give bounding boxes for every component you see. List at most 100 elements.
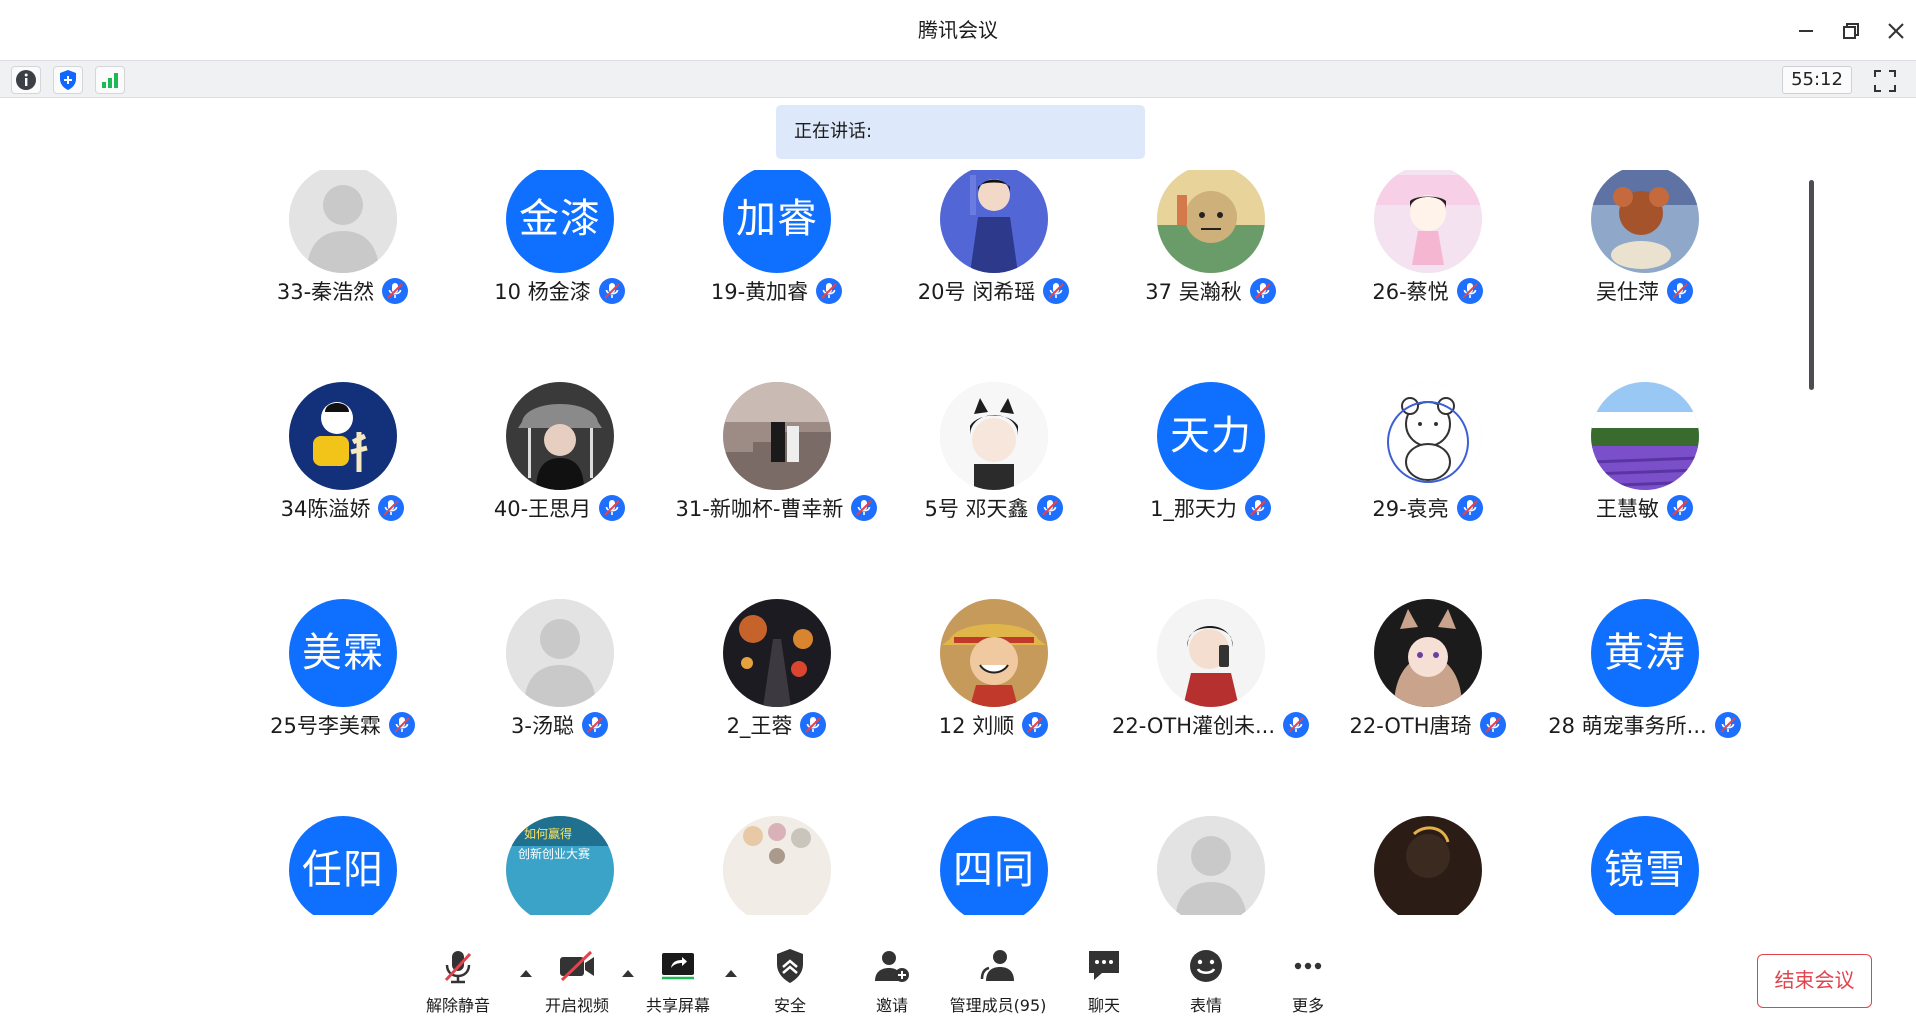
participant-tile[interactable]: [669, 769, 886, 915]
participant-name-line: 26-蔡悦: [1320, 274, 1537, 308]
share-screen-icon: [662, 953, 694, 980]
end-meeting-button[interactable]: 结束会议: [1757, 954, 1872, 1008]
svg-text:创新创业大赛: 创新创业大赛: [518, 846, 590, 861]
participant-tile[interactable]: 31-新咖杯-曹幸新: [669, 335, 886, 521]
participant-name: 5号 邓天鑫: [924, 497, 1029, 521]
participant-tile[interactable]: 5号 邓天鑫: [886, 335, 1103, 521]
participant-avatar: [723, 816, 831, 915]
participant-tile[interactable]: 22-OTH唐琦: [1320, 552, 1537, 738]
reactions-label: 表情: [1189, 996, 1222, 1015]
participant-tile[interactable]: [1320, 769, 1537, 915]
microphone-icon: [1456, 278, 1483, 304]
participant-name-line: 19-黄加睿: [669, 274, 886, 308]
participant-tile[interactable]: 美霖 25号李美霖: [235, 552, 452, 738]
participant-name-line: 吴仕萍: [1537, 274, 1754, 308]
network-status-button[interactable]: [95, 66, 125, 94]
microphone-icon: [1456, 495, 1483, 521]
participant-tile[interactable]: 26-蔡悦: [1320, 170, 1537, 304]
participant-avatar: 如何赢得创新创业大赛: [506, 816, 614, 915]
chat-button[interactable]: 聊天: [1049, 946, 1159, 1016]
participant-grid[interactable]: 33-秦浩然 金漆 10 杨金漆 加睿 19-黄加睿 20号 闵希瑶 37 吴瀚秋 26-蔡悦…: [0, 170, 1916, 915]
participant-tile[interactable]: 3-汤聪: [452, 552, 669, 738]
unmute-button[interactable]: 解除静音: [403, 946, 513, 1016]
participant-tile[interactable]: 20号 闵希瑶: [886, 170, 1103, 304]
security-button[interactable]: 安全: [735, 946, 845, 1016]
participant-tile[interactable]: 2_王蓉: [669, 552, 886, 738]
participant-avatar: [1374, 599, 1482, 707]
restore-icon: [1843, 23, 1859, 39]
participant-name-line: 3-汤聪: [452, 708, 669, 742]
restore-button[interactable]: [1836, 16, 1866, 46]
participant-tile[interactable]: 王慧敏: [1537, 335, 1754, 521]
participant-tile[interactable]: 金漆 10 杨金漆: [452, 170, 669, 304]
microphone-icon: [1714, 712, 1741, 738]
participant-name-line: 25号李美霖: [235, 708, 452, 742]
participant-tile[interactable]: [1103, 769, 1320, 915]
participant-name-line: 10 杨金漆: [452, 274, 669, 308]
meeting-timer: 55:12: [1782, 66, 1852, 94]
share-screen-label: 共享屏幕: [645, 996, 710, 1015]
participant-name: 20号 闵希瑶: [917, 280, 1036, 304]
microphone-icon: [1244, 495, 1271, 521]
participant-tile[interactable]: 天力 1_那天力: [1103, 335, 1320, 521]
active-speaker-banner: 正在讲话:: [776, 105, 1145, 159]
microphone-icon: [1043, 278, 1070, 304]
title-bar: 腾讯会议: [0, 0, 1916, 60]
microphone-icon: [1022, 712, 1049, 738]
microphone-icon: [1667, 278, 1693, 304]
minimize-icon: [1799, 30, 1813, 32]
participant-tile[interactable]: 40-王思月: [452, 335, 669, 521]
microphone-icon: [1479, 712, 1506, 738]
participant-tile[interactable]: 镜雪: [1537, 769, 1754, 915]
security-status-button[interactable]: [53, 66, 83, 94]
participant-tile[interactable]: 加睿 19-黄加睿: [669, 170, 886, 304]
participant-tile[interactable]: 29-袁亮: [1320, 335, 1537, 521]
participant-tile[interactable]: 22-OTH灌创未...: [1103, 552, 1320, 738]
participant-avatar: 金漆: [506, 170, 614, 273]
participant-tile[interactable]: 吴仕萍: [1537, 170, 1754, 304]
participant-name: 29-袁亮: [1372, 497, 1449, 521]
members-icon: [980, 950, 1014, 981]
minimize-button[interactable]: [1791, 16, 1821, 46]
start-video-button[interactable]: 开启视频: [522, 946, 632, 1016]
more-button[interactable]: 更多: [1253, 946, 1363, 1016]
security-shield-icon: [777, 949, 803, 983]
participant-avatar: [1157, 599, 1265, 707]
participant-tile[interactable]: 黄涛 28 萌宠事务所...: [1537, 552, 1754, 738]
microphone-icon: [598, 278, 625, 304]
participant-name-line: 王慧敏: [1537, 491, 1754, 525]
participant-name: 12 刘顺: [938, 714, 1015, 738]
grid-scrollbar[interactable]: [1809, 180, 1814, 390]
participant-name-line: 28 萌宠事务所...: [1537, 708, 1754, 742]
participant-name-line: 29-袁亮: [1320, 491, 1537, 525]
svg-text:如何赢得: 如何赢得: [524, 826, 572, 841]
participant-tile[interactable]: 如何赢得创新创业大赛: [452, 769, 669, 915]
participant-name: 34陈溢娇: [280, 497, 371, 521]
video-camera-off-icon: [560, 950, 594, 982]
security-label: 安全: [773, 996, 806, 1015]
participant-tile[interactable]: 37 吴瀚秋: [1103, 170, 1320, 304]
microphone-icon: [599, 495, 626, 521]
fullscreen-button[interactable]: [1872, 68, 1898, 94]
participant-tile[interactable]: 四同: [886, 769, 1103, 915]
manage-members-button[interactable]: 管理成员(95): [943, 946, 1053, 1016]
participant-tile[interactable]: 33-秦浩然: [235, 170, 452, 304]
window-title: 腾讯会议: [918, 18, 998, 42]
unmute-label: 解除静音: [425, 996, 490, 1015]
participant-tile[interactable]: 任阳: [235, 769, 452, 915]
info-icon: [16, 70, 36, 90]
microphone-icon: [851, 495, 878, 521]
participant-tile[interactable]: 12 刘顺: [886, 552, 1103, 738]
participant-tile[interactable]: 34陈溢娇: [235, 335, 452, 521]
participant-avatar: 黄涛: [1591, 599, 1699, 707]
participant-name: 28 萌宠事务所...: [1548, 714, 1707, 738]
microphone-icon: [382, 278, 409, 304]
share-screen-button[interactable]: 共享屏幕: [623, 946, 733, 1016]
participant-avatar: [1591, 170, 1699, 273]
meeting-info-bar: 55:12: [0, 60, 1916, 98]
reactions-button[interactable]: 表情: [1151, 946, 1261, 1016]
meeting-info-button[interactable]: [11, 66, 41, 94]
close-button[interactable]: [1881, 16, 1911, 46]
participant-avatar: [506, 599, 614, 707]
invite-button[interactable]: 邀请: [837, 946, 947, 1016]
